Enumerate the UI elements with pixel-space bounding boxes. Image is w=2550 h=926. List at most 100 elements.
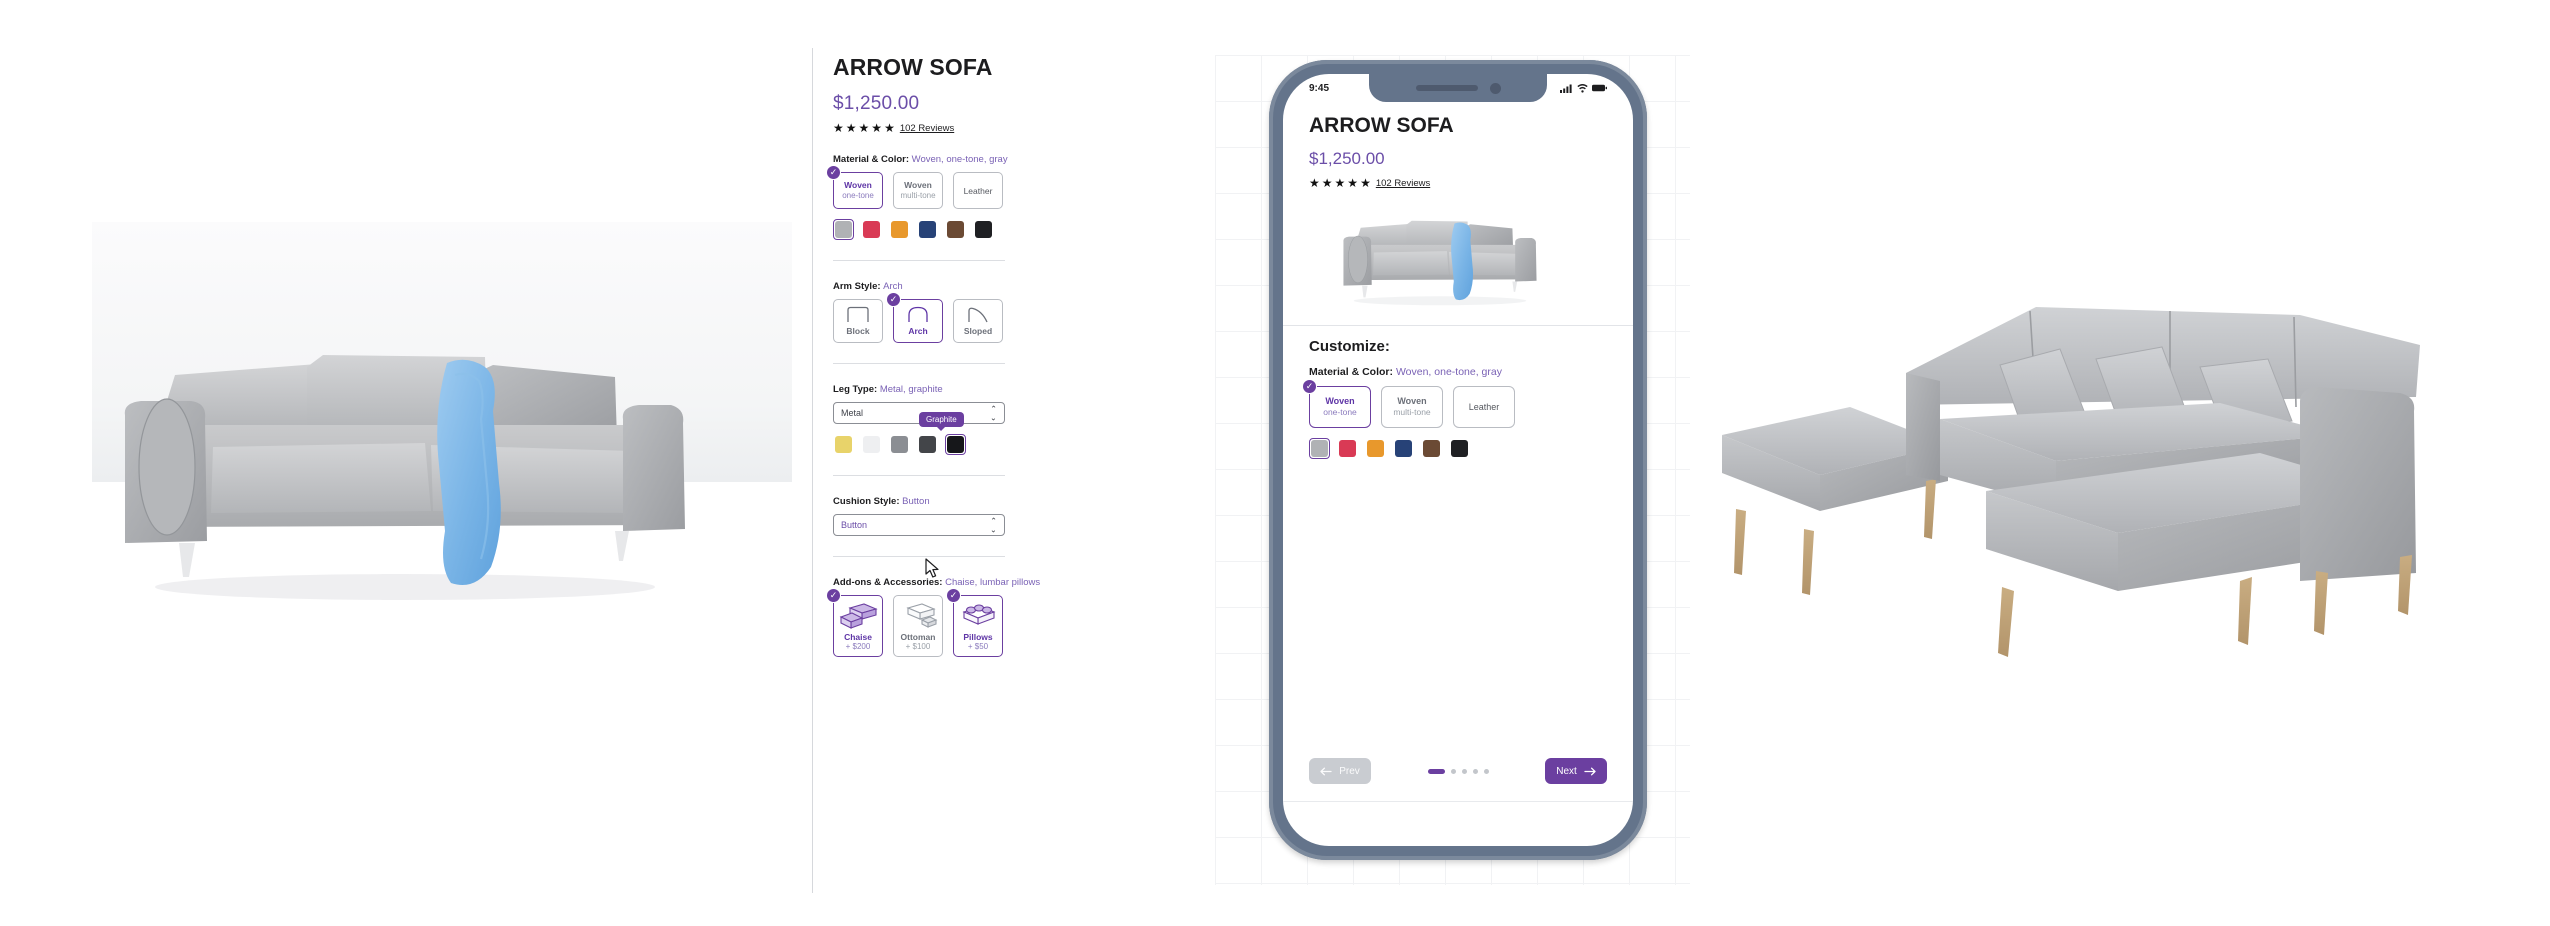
phone-material-value: Woven, one-tone, gray bbox=[1395, 366, 1502, 378]
phone-sofa-illustration bbox=[1343, 220, 1537, 306]
addon-name: Pillows bbox=[963, 632, 993, 643]
phone-material-option-leather[interactable]: Leather bbox=[1453, 386, 1515, 428]
material-option-woven-multi-tone[interactable]: Woven multi-tone bbox=[893, 172, 943, 209]
divider bbox=[833, 260, 1005, 261]
leg-type-label-text: Leg Type: bbox=[833, 384, 878, 395]
phone-star-rating: ★ ★ ★ ★ ★ bbox=[1309, 177, 1371, 189]
sectional-render bbox=[1690, 0, 2550, 926]
camera-icon bbox=[1489, 82, 1501, 94]
right-arm bbox=[2300, 387, 2416, 635]
reviews-link[interactable]: 102 Reviews bbox=[900, 123, 954, 134]
dot-1[interactable] bbox=[1427, 768, 1445, 774]
option-line1: Woven bbox=[844, 180, 872, 191]
leg-swatch-white[interactable] bbox=[861, 434, 882, 455]
material-swatches bbox=[833, 219, 1112, 240]
star-icon: ★ bbox=[845, 121, 857, 135]
phone-customize-heading: Customize: bbox=[1309, 338, 1390, 355]
star-icon: ★ bbox=[884, 121, 895, 135]
sectional-sofa-illustration bbox=[1722, 307, 2420, 657]
arrow-left-icon bbox=[1320, 767, 1332, 775]
swatch-black[interactable] bbox=[973, 219, 994, 240]
phone-swatch-brown[interactable] bbox=[1421, 438, 1442, 459]
check-icon: ✓ bbox=[826, 588, 841, 603]
leg-type-label: Leg Type: Metal, graphite bbox=[833, 384, 1112, 395]
prev-label: Prev bbox=[1339, 765, 1360, 777]
product-price: $1,250.00 bbox=[833, 93, 920, 114]
configurator-panel: ARROW SOFA $1,250.00 ★ ★ ★ ★ ★ 102 Reviews M… bbox=[812, 48, 1112, 893]
prev-button[interactable]: Prev bbox=[1309, 758, 1371, 784]
phone-rating-row: ★ ★ ★ ★ ★ 102 Reviews bbox=[1309, 177, 1607, 189]
swatch-crimson[interactable] bbox=[861, 219, 882, 240]
chevron-updown-icon: ⌃ ⌃ bbox=[990, 516, 997, 534]
dot-5[interactable] bbox=[1483, 768, 1489, 774]
addon-price: + $100 bbox=[905, 642, 931, 652]
phone-material-swatches bbox=[1309, 438, 1607, 459]
rating-row: ★ ★ ★ ★ ★ 102 Reviews bbox=[833, 122, 1112, 134]
speaker-icon bbox=[1415, 85, 1478, 91]
phone-material-option-woven-one-tone[interactable]: ✓ Woven one-tone bbox=[1302, 379, 1371, 428]
phone-mockup: 9:45 ARROW SOFA $1,250.00 ★ ★ ★ ★ ★ 102 … bbox=[1215, 55, 1690, 885]
swatch-orange[interactable] bbox=[889, 219, 910, 240]
option-line2: one-tone bbox=[842, 190, 874, 200]
arm-style-option-block[interactable]: Block bbox=[833, 299, 883, 343]
next-button[interactable]: Next bbox=[1545, 758, 1607, 784]
star-icon: ★ bbox=[1347, 176, 1359, 190]
swatch-gray[interactable] bbox=[833, 219, 854, 240]
phone-product-image bbox=[1283, 199, 1633, 311]
leg-swatch-dark-gray[interactable] bbox=[917, 434, 938, 455]
option-line1: Woven bbox=[904, 180, 932, 191]
cushion-style-label-text: Cushion Style: bbox=[833, 496, 900, 507]
check-icon: ✓ bbox=[826, 165, 841, 180]
leg-swatch-gold[interactable] bbox=[833, 434, 854, 455]
section-material: Material & Color: Woven, one-tone, gray … bbox=[826, 154, 1112, 240]
addon-option-chaise[interactable]: ✓ Chaise + $200 bbox=[826, 588, 883, 657]
phone-material-label-text: Material & Color: bbox=[1309, 366, 1394, 378]
star-icon: ★ bbox=[1334, 176, 1346, 190]
section-addons: Add-ons & Accessories: Chaise, lumbar pi… bbox=[826, 577, 1112, 657]
phone-material-option-woven-multi-tone[interactable]: Woven multi-tone bbox=[1381, 386, 1443, 428]
cushion-style-select[interactable]: Button ⌃ ⌃ bbox=[833, 514, 1005, 536]
sofa-ottoman-icon bbox=[906, 603, 938, 628]
divider bbox=[833, 556, 1005, 557]
swatch-brown[interactable] bbox=[945, 219, 966, 240]
star-icon: ★ bbox=[833, 121, 844, 135]
arm-style-option-arch[interactable]: ✓ Arch bbox=[886, 292, 943, 343]
option-label: Block bbox=[846, 325, 870, 336]
option-line1: Leather bbox=[1468, 402, 1500, 412]
phone-swatch-orange[interactable] bbox=[1365, 438, 1386, 459]
battery-icon bbox=[1592, 84, 1607, 92]
addon-option-ottoman[interactable]: Ottoman + $100 bbox=[893, 595, 943, 657]
swatch-navy[interactable] bbox=[917, 219, 938, 240]
cushion-style-label: Cushion Style: Button bbox=[833, 496, 1112, 507]
material-option-woven-one-tone[interactable]: ✓ Woven one-tone bbox=[826, 165, 883, 209]
phone-reviews-link[interactable]: 102 Reviews bbox=[1376, 178, 1430, 189]
check-icon: ✓ bbox=[946, 588, 961, 603]
addons-label-text: Add-ons & Accessories: bbox=[833, 577, 943, 588]
phone-material-options: ✓ Woven one-tone Woven multi-tone Leathe… bbox=[1302, 379, 1607, 428]
leg-swatch-graphite[interactable] bbox=[945, 434, 966, 455]
dot-3[interactable] bbox=[1461, 768, 1467, 774]
leg-swatch-mid-gray[interactable] bbox=[889, 434, 910, 455]
dot-2[interactable] bbox=[1450, 768, 1456, 774]
dot-4[interactable] bbox=[1472, 768, 1478, 774]
phone-swatch-crimson[interactable] bbox=[1337, 438, 1358, 459]
phone-swatch-navy[interactable] bbox=[1393, 438, 1414, 459]
arm-style-label: Arm Style: Arch bbox=[833, 281, 1112, 292]
phone-swatch-gray[interactable] bbox=[1309, 438, 1330, 459]
cushion-style-select-value: Button bbox=[841, 520, 868, 530]
addon-options: ✓ Chaise + $200 Ottoman + $100 ✓ Pillows… bbox=[826, 588, 1112, 657]
option-line2: one-tone bbox=[1323, 407, 1357, 418]
addon-option-pillows[interactable]: ✓ Pillows + $50 bbox=[946, 588, 1003, 657]
arm-style-option-sloped[interactable]: Sloped bbox=[953, 299, 1003, 343]
section-leg-type: Leg Type: Metal, graphite Metal ⌃ ⌃ Graph… bbox=[833, 384, 1112, 455]
addons-label: Add-ons & Accessories: Chaise, lumbar pi… bbox=[833, 577, 1112, 588]
option-line1: Woven bbox=[1325, 395, 1355, 406]
addon-price: + $200 bbox=[845, 642, 871, 652]
material-label: Material & Color: Woven, one-tone, gray bbox=[833, 154, 1112, 165]
phone-swatch-black[interactable] bbox=[1449, 438, 1470, 459]
addon-name: Ottoman bbox=[900, 632, 936, 643]
phone-page-title: ARROW SOFA bbox=[1309, 114, 1454, 137]
graphite-tooltip: Graphite bbox=[919, 412, 964, 431]
option-label: Arch bbox=[908, 325, 928, 336]
material-option-leather[interactable]: Leather bbox=[953, 172, 1003, 209]
